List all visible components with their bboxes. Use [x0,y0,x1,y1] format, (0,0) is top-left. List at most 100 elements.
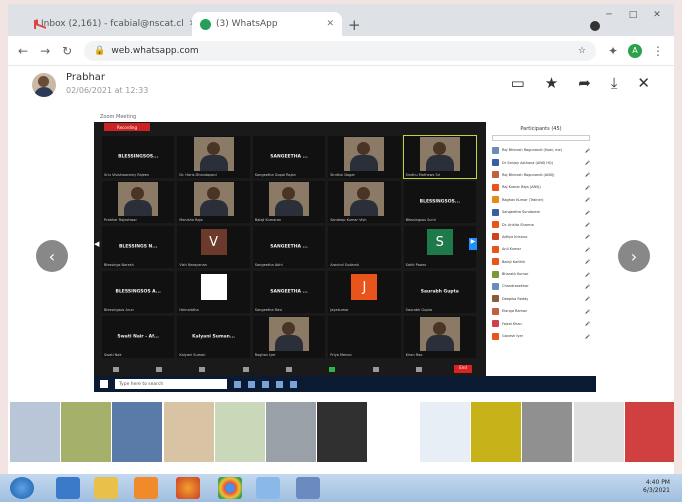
participant-name: Faizal Khan [502,321,522,326]
sender-avatar[interactable] [32,73,56,97]
media-thumbnail[interactable] [214,402,265,462]
taskbar-app-icon [262,380,269,388]
extension-icon[interactable]: ✦ [608,44,618,58]
maximize-button[interactable]: □ [622,8,644,22]
close-window-button[interactable]: ✕ [646,8,668,22]
monitor-icon[interactable]: ▭ [511,74,525,92]
video-tile: SANGEETHA ... Sangeetha Ravi [252,271,326,313]
participant-avatar [492,183,499,191]
media-thumbnail[interactable] [10,402,60,462]
participant-row: Anil Kumar 🎤 [486,243,596,255]
minimize-button[interactable]: ─ [598,8,620,22]
menu-icon[interactable]: ⋮ [652,44,664,58]
reload-icon[interactable]: ↻ [62,44,72,58]
media-thumbnail[interactable] [163,402,214,462]
mic-muted-icon: 🎤 [585,147,590,153]
url-text: web.whatsapp.com [111,45,199,56]
new-tab-button[interactable]: + [348,16,361,34]
participant-caption: Blessingsos Sunil [405,218,436,222]
media-thumbnail[interactable] [112,402,163,462]
participant-caption: Blessingsos Arun [104,308,134,312]
participant-name: Ganesh Iyer [502,334,524,339]
app-icon[interactable] [296,477,320,499]
profile-avatar[interactable]: A [628,43,642,58]
video-tile: Hemalatha [177,271,250,313]
participant-name-display: BLESSINGSOS A... [115,289,161,295]
participant-caption: Blessings Naresh [104,263,134,267]
video-tile: Raghav Iyer [252,316,326,358]
media-thumbnail[interactable] [61,402,112,462]
mic-muted-icon: 🎤 [585,209,590,215]
close-icon[interactable]: ✕ [637,74,650,92]
firefox-icon[interactable] [176,477,200,499]
participant-row: Balaji Karthik 🎤 [486,256,596,268]
participant-name-display: Swati Nair - Af... [117,334,159,340]
media-thumbnail[interactable] [419,402,470,462]
account-indicator[interactable] [590,21,600,31]
media-thumbnail[interactable] [266,402,317,462]
participant-caption: Priya Menon [330,353,352,357]
video-tile: J Jayakumar [328,271,401,313]
folder-icon[interactable] [94,477,118,499]
viewer-actions: ▭ ★ ➦ ⤓ ✕ [511,74,650,92]
participants-title: Participants (45) [520,126,562,132]
sender-name: Prabhar [66,72,106,83]
tab-whatsapp[interactable]: (3) WhatsApp ✕ [192,12,342,36]
participant-caption: Balaji Kumaran [254,218,282,222]
chrome-icon[interactable] [218,477,242,499]
participant-name: Raj Bhinesh Ragunandi (ANSJ) [502,172,555,177]
participant-initial: V [200,229,227,255]
participant-name-display: SANGEETHA ... [270,289,308,295]
participant-caption: Sangeetha Abhi [254,263,283,267]
media-thumbnail[interactable] [522,402,573,462]
participant-video [344,182,385,216]
ie-icon[interactable] [56,477,80,499]
participant-initial: S [426,229,453,255]
video-tile: Swati Nair - Af... Swati Nair [102,316,175,358]
mic-muted-icon: 🎤 [585,333,590,339]
media-thumbnail[interactable] [368,402,419,462]
media-thumbnail[interactable] [573,402,624,462]
previous-media-button[interactable]: ‹ [36,240,68,272]
participant-row: Raj Bhinesh Ragunandi (ANSJ) 🎤 [486,169,596,181]
media-player-icon[interactable] [134,477,158,499]
participant-caption: Saurabh Gupta [405,308,432,312]
video-tile: Dr. Haris Dhandapani [177,136,250,178]
tab-strip: Inbox (2,161) - fcabial@nscat.cl ✕ (3) W… [8,4,674,36]
media-thumbnail[interactable] [624,402,674,462]
participant-avatar [492,196,499,204]
chat-icon [285,366,292,372]
media-thumbnail[interactable] [317,402,368,462]
forward-icon[interactable]: → [40,44,50,58]
next-media-button[interactable]: › [618,240,650,272]
video-tile: Prabhar Rajeshwar [102,181,175,223]
participant-video [118,182,159,216]
start-button[interactable] [10,477,34,499]
media-thumbnail[interactable] [471,402,522,462]
address-bar[interactable]: 🔒 web.whatsapp.com ☆ [84,40,596,61]
participant-video [419,317,460,351]
chrome-profile-icon[interactable] [256,477,280,499]
participant-name-display: Saurabh Gupta [420,289,459,295]
tab-label: (3) WhatsApp [216,19,278,29]
back-icon[interactable]: ← [18,44,28,58]
participant-avatar [492,146,499,154]
participant-name: Anil Kumar [502,247,522,252]
participant-row: Raghav Kumar (Trainer) 🎤 [486,194,596,206]
share-icon[interactable]: ➦ [578,74,591,92]
participant-row: Dr. Ankita Sharma 🎤 [486,218,596,230]
participant-avatar [492,159,499,167]
taskbar-app-icon [234,380,241,388]
download-icon[interactable]: ⤓ [611,74,618,92]
participant-avatar [492,245,499,253]
participant-caption: Sangeetha Ravi [254,308,283,312]
close-tab-icon[interactable]: ✕ [326,19,334,29]
star-icon[interactable]: ★ [545,74,558,92]
tab-gmail[interactable]: Inbox (2,161) - fcabial@nscat.cl ✕ [26,12,196,36]
end-meeting-button: End [454,365,472,373]
mic-muted-icon: 🎤 [585,321,590,327]
system-clock[interactable]: 4:40 PM 6/3/2021 [643,479,670,495]
participant-caption: Prabhar Rajeshwar [104,218,137,222]
bookmark-star-icon[interactable]: ☆ [578,46,586,56]
participant-name: Aditya Krishna [502,234,528,239]
